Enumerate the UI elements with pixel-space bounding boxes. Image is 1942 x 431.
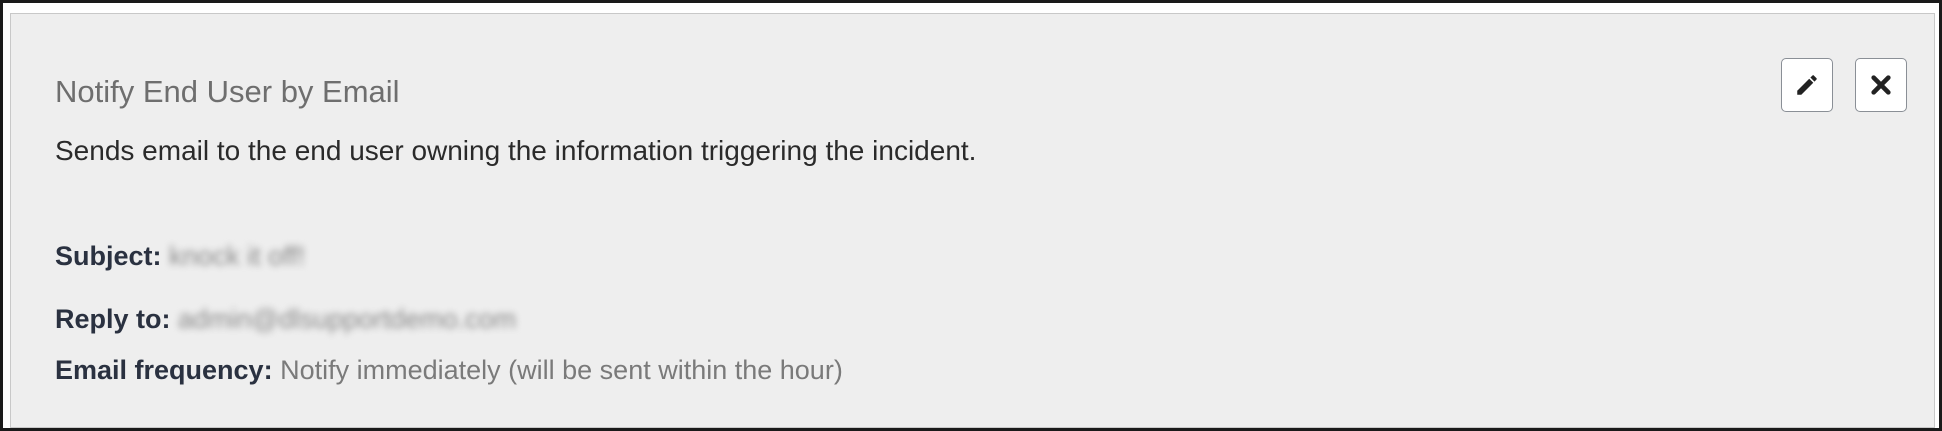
reply-to-row: Reply to: admin@dlsupportdemo.com <box>55 304 516 335</box>
subject-value: knock it off! <box>169 241 306 271</box>
edit-button[interactable] <box>1781 58 1833 112</box>
action-title: Notify End User by Email <box>55 74 400 109</box>
pencil-icon <box>1797 75 1817 95</box>
screenshot-frame: Notify End User by Email Sends email to … <box>0 0 1942 431</box>
close-icon <box>1871 75 1891 95</box>
email-frequency-value: Notify immediately (will be sent within … <box>280 355 843 385</box>
reply-to-label: Reply to: <box>55 304 171 334</box>
response-action-card: Notify End User by Email Sends email to … <box>10 13 1935 428</box>
action-description: Sends email to the end user owning the i… <box>55 135 977 166</box>
subject-row: Subject: knock it off! <box>55 241 305 272</box>
email-frequency-label: Email frequency: <box>55 355 273 385</box>
remove-button[interactable] <box>1855 58 1907 112</box>
email-frequency-row: Email frequency: Notify immediately (wil… <box>55 355 843 386</box>
reply-to-value: admin@dlsupportdemo.com <box>178 304 517 334</box>
subject-label: Subject: <box>55 241 162 271</box>
